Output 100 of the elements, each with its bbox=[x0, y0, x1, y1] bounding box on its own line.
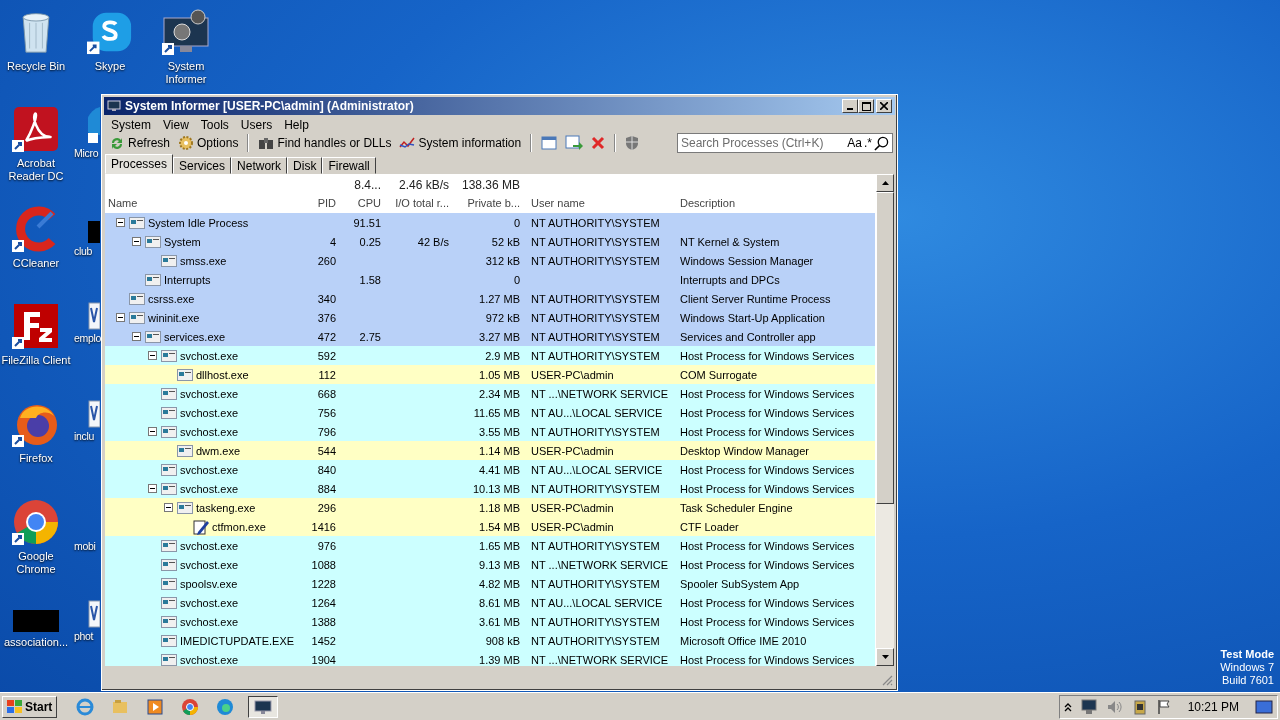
menu-item[interactable]: Tools bbox=[195, 117, 234, 132]
desktop-icon-label[interactable]: emplo bbox=[74, 332, 102, 345]
desktop-icon-label[interactable]: phot bbox=[74, 630, 94, 643]
desktop-icon-label[interactable]: FileZilla Client bbox=[1, 354, 71, 367]
window-icon bbox=[161, 349, 177, 362]
process-row[interactable]: dllhost.exe 112 1.05 MB USER-PC\admin COM Surrogate bbox=[105, 365, 875, 385]
toolbar-button[interactable]: System information bbox=[396, 133, 525, 154]
desktop-icon-label[interactable]: Micro bbox=[74, 147, 99, 160]
blank-thumbnail-icon[interactable] bbox=[13, 610, 59, 632]
toolbar-button[interactable]: Find handles or DLLs bbox=[255, 133, 395, 154]
tab[interactable]: Services bbox=[173, 157, 232, 175]
collapse-toggle-icon[interactable] bbox=[116, 313, 125, 323]
tab[interactable]: Processes bbox=[105, 154, 174, 175]
process-row[interactable]: svchost.exe 1904 1.39 MB NT ...\NETWORK SERVICE Host Process for Windows Services bbox=[105, 650, 875, 667]
process-row[interactable]: svchost.exe 976 1.65 MB NT AUTHORITY\SYSTEM Host Process for Windows Services bbox=[105, 536, 875, 556]
network-icon[interactable] bbox=[1079, 698, 1098, 715]
process-row[interactable]: Interrupts 1.58 0 Interrupts and DPCs bbox=[105, 270, 875, 290]
column-header[interactable]: I/O total r... bbox=[381, 197, 449, 210]
desktop-icon-label[interactable]: Skype bbox=[94, 60, 126, 73]
clock[interactable]: 10:21 PM bbox=[1187, 699, 1239, 714]
column-header[interactable]: CPU bbox=[336, 197, 381, 210]
process-row[interactable]: System 4 0.25 42 B/s 52 kB NT AUTHORITY\SYSTEM NT Kernel & System bbox=[105, 232, 875, 252]
desktop-icon-label[interactable]: inclu bbox=[74, 430, 95, 443]
start-button[interactable]: Start bbox=[2, 695, 58, 718]
document-icon[interactable] bbox=[88, 600, 100, 628]
process-row[interactable]: svchost.exe 1264 8.61 MB NT AU...\LOCAL SERVICE Host Process for Windows Services bbox=[105, 593, 875, 613]
column-header[interactable]: Name bbox=[105, 197, 305, 210]
maximize-button[interactable] bbox=[858, 99, 874, 114]
tab[interactable]: Network bbox=[231, 157, 288, 175]
blank-thumbnail-icon[interactable] bbox=[88, 221, 100, 243]
desktop-icon-label[interactable]: Recycle Bin bbox=[6, 60, 66, 73]
column-header[interactable]: Description bbox=[680, 197, 875, 210]
process-row[interactable]: svchost.exe 840 4.41 MB NT AU...\LOCAL SERVICE Host Process for Windows Services bbox=[105, 460, 875, 480]
desktop-icon-label[interactable]: System Informer bbox=[148, 60, 224, 86]
toolbar-button[interactable]: Options bbox=[175, 133, 242, 154]
chevron-icon[interactable] bbox=[1063, 701, 1072, 712]
collapse-toggle-icon[interactable] bbox=[132, 332, 141, 342]
tab[interactable]: Disk bbox=[287, 157, 323, 175]
process-row[interactable]: svchost.exe 1088 9.13 MB NT ...\NETWORK SERVICE Host Process for Windows Services bbox=[105, 555, 875, 575]
process-row[interactable]: ctfmon.exe 1416 1.54 MB USER-PC\admin CTF Loader bbox=[105, 517, 875, 537]
search-option[interactable]: .* bbox=[864, 136, 872, 151]
process-row[interactable]: svchost.exe 756 11.65 MB NT AU...\LOCAL SERVICE Host Process for Windows Services bbox=[105, 403, 875, 423]
menu-item[interactable]: Users bbox=[235, 117, 278, 132]
desktop-icon-label[interactable]: Acrobat Reader DC bbox=[0, 157, 74, 183]
search-field[interactable]: Search Processes (Ctrl+K) Aa .* bbox=[677, 133, 893, 154]
process-row[interactable]: IMEDICTUPDATE.EXE 1452 908 kB NT AUTHORITY\SYSTEM Microsoft Office IME 2010 bbox=[105, 631, 875, 651]
minimize-button[interactable] bbox=[842, 99, 858, 114]
monitor-gears-icon[interactable] bbox=[162, 8, 210, 56]
document-icon[interactable] bbox=[88, 302, 100, 330]
desktop-icon-label[interactable]: Firefox bbox=[19, 452, 53, 465]
process-row[interactable]: svchost.exe 592 2.9 MB NT AUTHORITY\SYSTEM Host Process for Windows Services bbox=[105, 346, 875, 366]
process-row[interactable]: csrss.exe 340 1.27 MB NT AUTHORITY\SYSTEM Client Server Runtime Process bbox=[105, 289, 875, 309]
process-row[interactable]: services.exe 472 2.75 3.27 MB NT AUTHORITY\SYSTEM Services and Controller app bbox=[105, 327, 875, 347]
resize-grip-icon[interactable] bbox=[881, 674, 893, 686]
search-option[interactable]: Aa bbox=[847, 136, 862, 151]
process-row[interactable]: svchost.exe 668 2.34 MB NT ...\NETWORK SERVICE Host Process for Windows Services bbox=[105, 384, 875, 404]
search-icon[interactable] bbox=[874, 135, 889, 151]
filezilla-icon[interactable] bbox=[12, 302, 60, 350]
power-icon[interactable] bbox=[1131, 698, 1148, 715]
show-desktop-icon[interactable] bbox=[1255, 699, 1273, 714]
desktop-icon-label[interactable]: association... bbox=[3, 636, 69, 649]
column-header[interactable]: Private b... bbox=[449, 197, 520, 210]
vertical-scrollbar[interactable] bbox=[876, 174, 894, 667]
collapse-toggle-icon[interactable] bbox=[116, 218, 125, 228]
chrome-icon[interactable] bbox=[12, 498, 60, 546]
desktop-icon-label[interactable]: Google Chrome bbox=[0, 550, 74, 576]
menu-item[interactable]: View bbox=[158, 117, 194, 132]
document-icon[interactable] bbox=[88, 400, 100, 428]
collapse-toggle-icon[interactable] bbox=[148, 484, 157, 494]
process-row[interactable]: taskeng.exe 296 1.18 MB USER-PC\admin Task Scheduler Engine bbox=[105, 498, 875, 518]
pid-cell-text: 796 bbox=[316, 425, 336, 438]
scroll-down-icon[interactable] bbox=[881, 655, 889, 660]
acrobat-icon[interactable] bbox=[12, 105, 60, 153]
menu-item[interactable]: Help bbox=[279, 117, 314, 132]
collapse-toggle-icon[interactable] bbox=[164, 503, 173, 513]
process-row[interactable]: svchost.exe 1388 3.61 MB NT AUTHORITY\SYSTEM Host Process for Windows Services bbox=[105, 612, 875, 632]
process-row[interactable]: svchost.exe 884 10.13 MB NT AUTHORITY\SYSTEM Host Process for Windows Services bbox=[105, 479, 875, 499]
column-header[interactable]: PID bbox=[305, 197, 336, 210]
desktop-icon-label[interactable]: mobi bbox=[74, 540, 96, 553]
process-name: svchost.exe bbox=[180, 349, 239, 362]
menu-item[interactable]: System bbox=[106, 117, 156, 132]
process-row[interactable]: svchost.exe 796 3.55 MB NT AUTHORITY\SYSTEM Host Process for Windows Services bbox=[105, 422, 875, 442]
close-button[interactable] bbox=[876, 99, 892, 114]
process-row[interactable]: wininit.exe 376 972 kB NT AUTHORITY\SYSTEM Windows Start-Up Application bbox=[105, 308, 875, 328]
desktop-icon-label[interactable]: club bbox=[74, 245, 93, 258]
process-name: svchost.exe bbox=[180, 558, 239, 571]
process-row[interactable]: System Idle Process 91.51 0 NT AUTHORITY\SYSTEM bbox=[105, 213, 875, 233]
collapse-toggle-icon[interactable] bbox=[132, 237, 141, 247]
flag-icon[interactable] bbox=[1155, 698, 1172, 715]
toolbar-button[interactable]: Refresh bbox=[106, 133, 174, 154]
tab[interactable]: Firewall bbox=[322, 157, 376, 175]
taskbar-app-button[interactable] bbox=[248, 695, 279, 718]
collapse-toggle-icon[interactable] bbox=[148, 351, 157, 361]
process-row[interactable]: spoolsv.exe 1228 4.82 MB NT AUTHORITY\SYSTEM Spooler SubSystem App bbox=[105, 574, 875, 594]
desktop-icon-label[interactable]: CCleaner bbox=[12, 257, 60, 270]
scroll-up-icon[interactable] bbox=[881, 181, 889, 186]
process-row[interactable]: dwm.exe 544 1.14 MB USER-PC\admin Desktop Window Manager bbox=[105, 441, 875, 461]
process-row[interactable]: smss.exe 260 312 kB NT AUTHORITY\SYSTEM Windows Session Manager bbox=[105, 251, 875, 271]
collapse-toggle-icon[interactable] bbox=[148, 427, 157, 437]
column-header[interactable]: User name bbox=[520, 197, 680, 210]
